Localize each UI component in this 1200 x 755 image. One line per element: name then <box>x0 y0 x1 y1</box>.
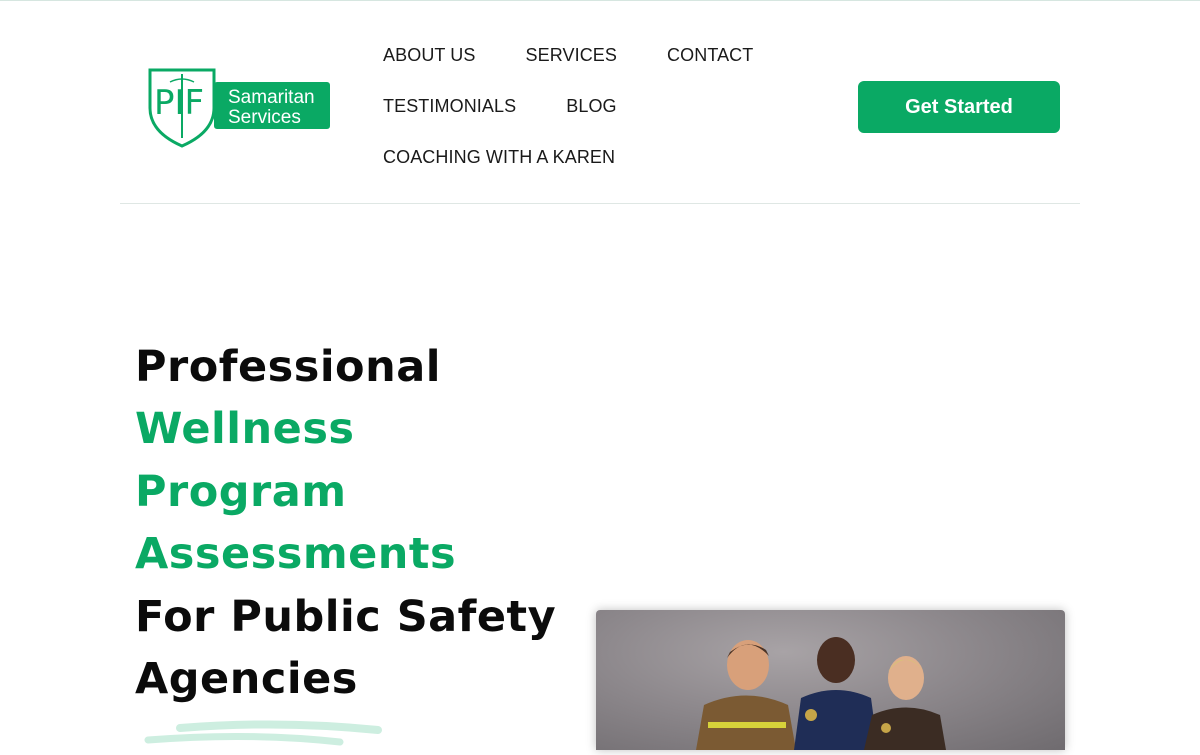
logo-line1: Samaritan <box>228 87 315 108</box>
site-header: PIF Samaritan Services ABOUT US SERVICES… <box>120 0 1080 204</box>
main-nav: ABOUT US SERVICES CONTACT TESTIMONIALS B… <box>383 30 833 183</box>
hero-title-line: Professional <box>135 342 441 392</box>
nav-item-coaching[interactable]: COACHING WITH A KAREN <box>383 147 615 168</box>
logo-monogram: PIF <box>154 83 204 123</box>
nav-row: TESTIMONIALS BLOG <box>383 81 833 132</box>
nav-item-services[interactable]: SERVICES <box>526 45 618 66</box>
nav-item-about-us[interactable]: ABOUT US <box>383 45 476 66</box>
site-logo[interactable]: PIF Samaritan Services <box>148 68 332 148</box>
nav-item-contact[interactable]: CONTACT <box>667 45 753 66</box>
nav-row: COACHING WITH A KAREN <box>383 132 833 183</box>
logo-line2: Services <box>228 107 301 128</box>
hero-title-line: Agencies <box>135 654 358 705</box>
hero-title-line: Assessments <box>135 529 457 580</box>
hero-title: Professional Wellness Program Assessment… <box>135 336 575 710</box>
nav-row: ABOUT US SERVICES CONTACT <box>383 30 833 81</box>
brush-stroke-decoration <box>140 718 385 750</box>
nav-item-testimonials[interactable]: TESTIMONIALS <box>383 96 516 117</box>
hero-title-line: Program <box>135 466 347 517</box>
nav-item-blog[interactable]: BLOG <box>566 96 616 117</box>
get-started-button[interactable]: Get Started <box>858 81 1060 133</box>
hero-title-line: Wellness <box>135 404 355 455</box>
hero-title-line: For Public Safety <box>135 591 557 642</box>
first-responders-photo <box>596 610 1065 750</box>
